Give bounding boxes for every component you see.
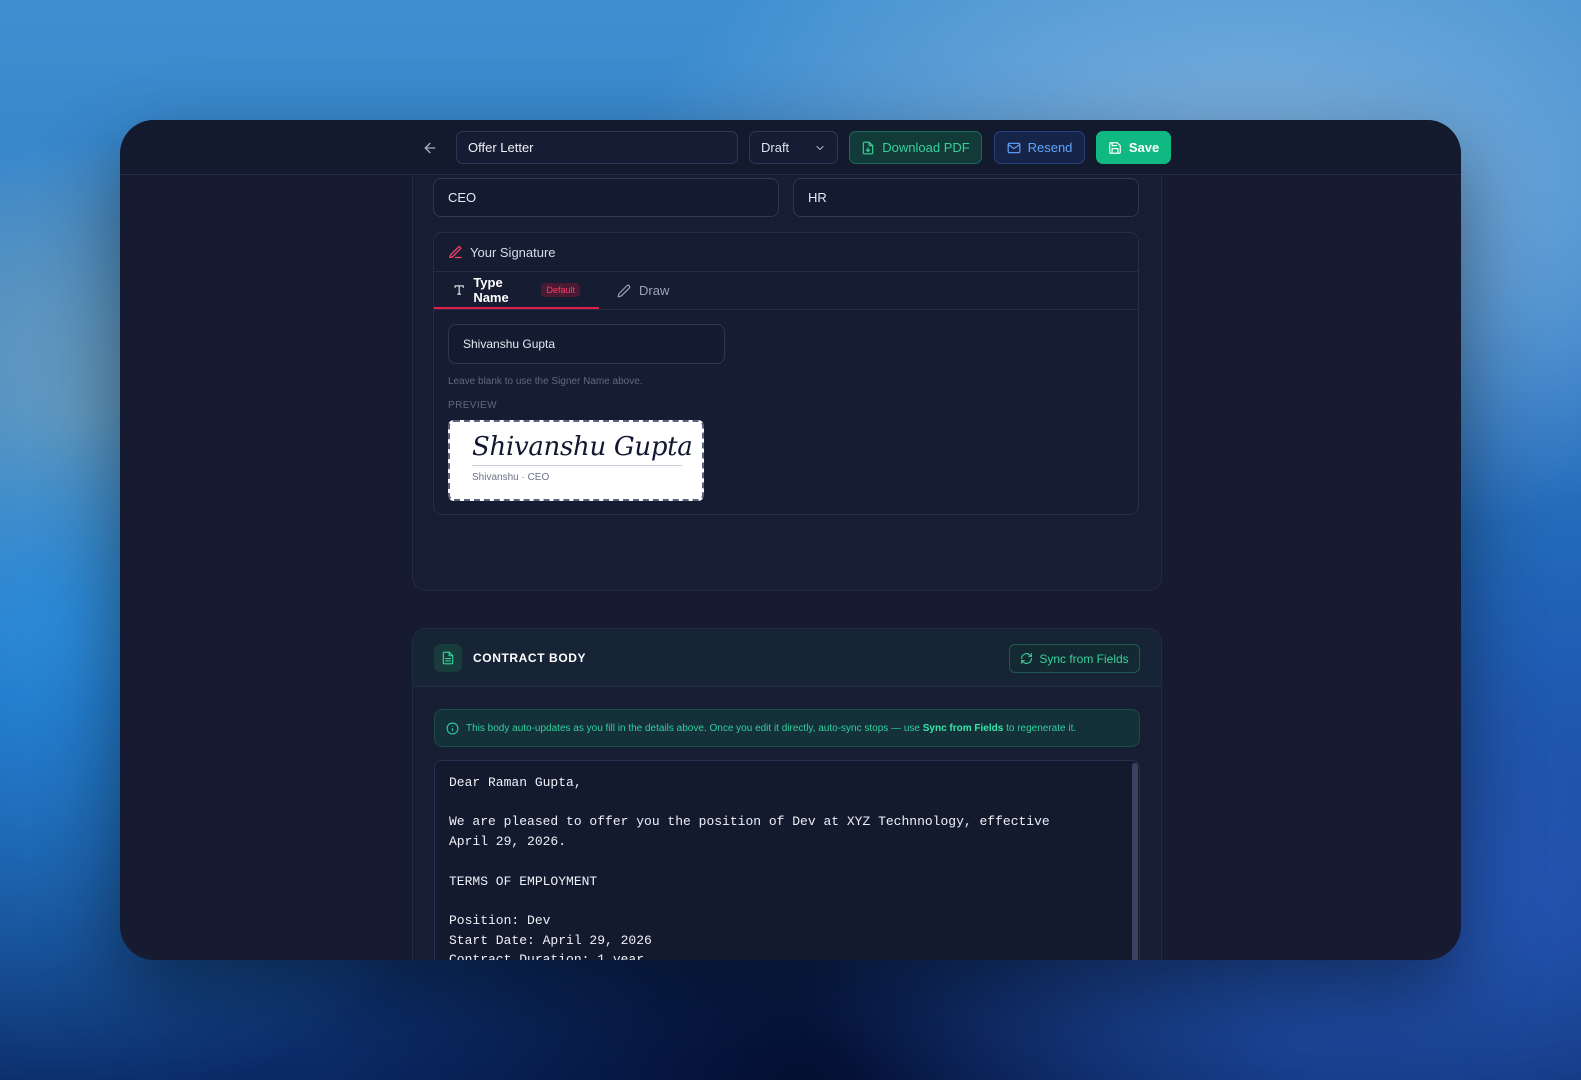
pencil-icon xyxy=(617,284,631,297)
info-banner-suffix: to regenerate it. xyxy=(1003,722,1077,734)
signature-preview-caption: Shivanshu · CEO xyxy=(472,472,550,483)
editor-scrollbar[interactable] xyxy=(1132,763,1138,960)
mail-icon xyxy=(1007,142,1021,153)
status-select[interactable]: Draft xyxy=(749,131,838,164)
signature-hint: Leave blank to use the Signer Name above… xyxy=(448,376,643,387)
download-pdf-label: Download PDF xyxy=(882,140,970,155)
document-icon xyxy=(442,651,454,664)
auto-sync-info-banner: This body auto-updates as you fill in th… xyxy=(434,709,1140,747)
signature-heading: Your Signature xyxy=(470,244,556,260)
app-window: Draft Download PDF Resend Save CEO HR Yo… xyxy=(120,120,1461,960)
contract-body-text[interactable]: Dear Raman Gupta, We are pleased to offe… xyxy=(435,761,1139,960)
contract-body-title: CONTRACT BODY xyxy=(473,650,587,665)
sync-from-fields-label: Sync from Fields xyxy=(1039,651,1129,666)
chevron-down-icon xyxy=(816,145,824,150)
type-icon xyxy=(454,284,464,295)
tab-type-name-label: Type Name xyxy=(473,274,509,305)
info-banner-prefix: This body auto-updates as you fill in th… xyxy=(466,722,923,734)
save-icon xyxy=(1108,141,1121,154)
contract-body-section: CONTRACT BODY Sync from Fields This body… xyxy=(412,628,1162,960)
signature-tabs: Type Name Default Draw xyxy=(434,272,1138,310)
signer-title-value: CEO xyxy=(448,190,477,205)
tab-type-name[interactable]: Type Name Default xyxy=(434,272,599,309)
info-banner-link: Sync from Fields xyxy=(922,722,1004,734)
info-icon xyxy=(446,722,459,734)
contract-body-editor[interactable]: Dear Raman Gupta, We are pleased to offe… xyxy=(434,760,1140,960)
refresh-icon xyxy=(1021,653,1033,664)
contract-body-header: CONTRACT BODY Sync from Fields xyxy=(413,629,1161,687)
top-toolbar: Draft Download PDF Resend Save xyxy=(120,120,1461,175)
download-pdf-button[interactable]: Download PDF xyxy=(849,131,982,164)
arrow-left-icon xyxy=(424,142,436,154)
signature-preview: Shivanshu Gupta Shivanshu · CEO xyxy=(448,420,704,501)
tab-draw-label: Draw xyxy=(639,283,670,298)
resend-button[interactable]: Resend xyxy=(994,131,1085,164)
default-badge: Default xyxy=(541,282,580,297)
signature-header: Your Signature xyxy=(434,233,1138,272)
scroll-content: CEO HR Your Signature Type Name Default … xyxy=(120,176,1461,960)
department-field[interactable]: HR xyxy=(793,178,1139,217)
signer-title-field[interactable]: CEO xyxy=(433,178,779,217)
resend-label: Resend xyxy=(1027,140,1073,155)
contract-icon-badge xyxy=(434,643,462,672)
preview-label: PREVIEW xyxy=(448,400,497,411)
signature-preview-name: Shivanshu Gupta xyxy=(472,432,693,466)
document-title-input[interactable] xyxy=(456,131,738,164)
tab-draw[interactable]: Draw xyxy=(599,272,688,309)
sync-from-fields-button[interactable]: Sync from Fields xyxy=(1009,644,1140,673)
file-download-icon xyxy=(863,141,874,154)
back-button[interactable] xyxy=(420,138,440,158)
status-select-value: Draft xyxy=(761,140,790,155)
pen-icon xyxy=(449,245,462,258)
signature-name-input[interactable] xyxy=(448,324,725,364)
save-label: Save xyxy=(1128,140,1160,155)
department-value: HR xyxy=(808,190,827,205)
signature-card: Your Signature Type Name Default Draw Le… xyxy=(433,232,1139,515)
info-banner-text: This body auto-updates as you fill in th… xyxy=(466,723,1076,734)
save-button[interactable]: Save xyxy=(1096,131,1171,164)
